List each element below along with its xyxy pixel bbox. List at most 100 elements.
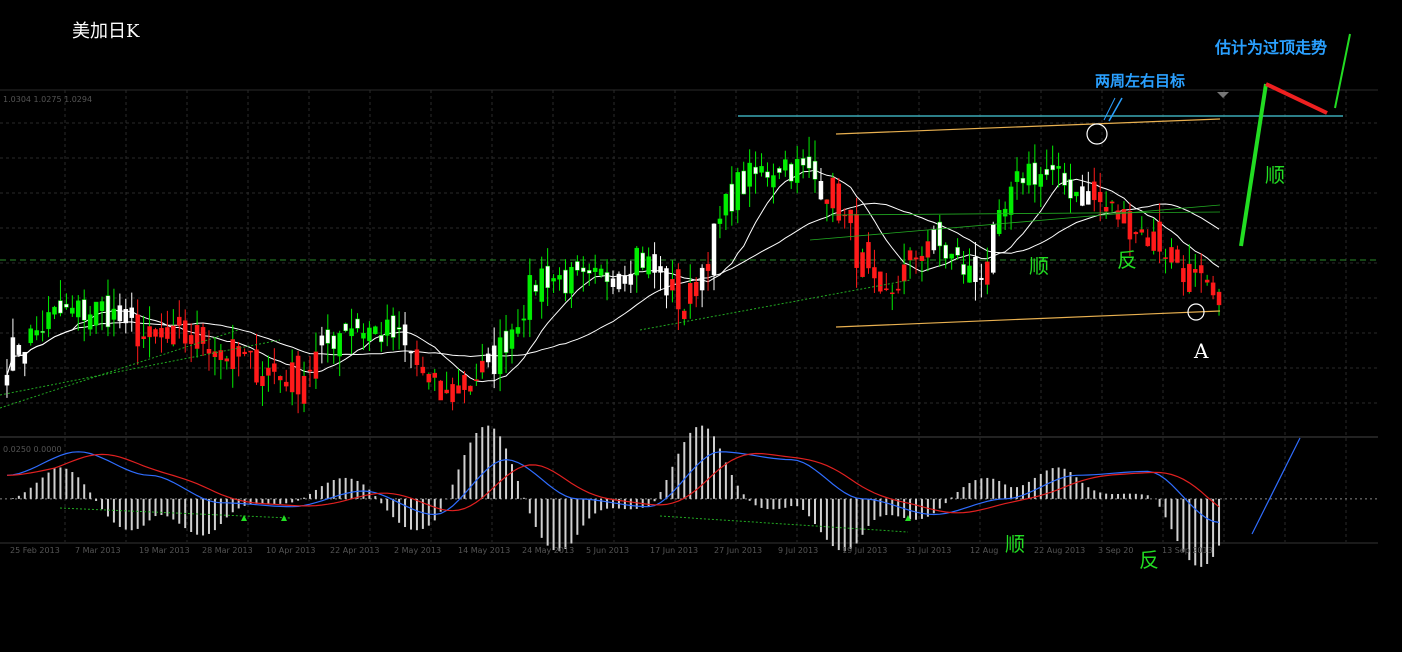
candle-body bbox=[28, 328, 33, 344]
x-tick-label: 19 Mar 2013 bbox=[139, 546, 190, 555]
candle-body bbox=[1056, 166, 1061, 169]
candle-body bbox=[99, 301, 105, 311]
usdcad-daily-chart: 25 Feb 2013 7 Mar 2013 19 Mar 2013 28 Mar 2… bbox=[0, 21, 1378, 572]
candle-body bbox=[622, 275, 628, 284]
candle-body bbox=[456, 385, 461, 394]
candle-body bbox=[592, 267, 598, 272]
candle-body bbox=[117, 305, 123, 322]
candle-body bbox=[46, 312, 51, 330]
candle-body bbox=[254, 349, 259, 383]
candle-body bbox=[765, 171, 770, 178]
candle-body bbox=[349, 328, 354, 337]
candle-body bbox=[901, 264, 907, 282]
candle-body bbox=[10, 337, 16, 371]
candle-body bbox=[687, 282, 693, 304]
x-tick-label: 31 Jul 2013 bbox=[906, 546, 951, 555]
candle-body bbox=[937, 221, 943, 247]
candle-body bbox=[230, 339, 235, 370]
candle-body bbox=[872, 267, 877, 279]
candle-body bbox=[206, 348, 212, 354]
candle-body bbox=[1002, 208, 1008, 217]
annotation-point-a: A bbox=[1193, 339, 1209, 363]
candle-body bbox=[402, 324, 408, 346]
candle-body bbox=[747, 162, 752, 187]
annotation-fan-macd: 反 bbox=[1139, 548, 1159, 572]
candle-body bbox=[34, 330, 39, 336]
candle-body bbox=[1175, 249, 1180, 263]
candle-body bbox=[153, 329, 158, 337]
candle-body bbox=[1193, 269, 1198, 273]
x-tick-label: 19 Jul 2013 bbox=[842, 546, 887, 555]
candle-body bbox=[634, 247, 640, 276]
candle-body bbox=[1062, 172, 1067, 186]
candle-body bbox=[147, 326, 152, 338]
candle-body bbox=[610, 278, 616, 288]
x-tick-label: 24 May 2013 bbox=[522, 546, 574, 555]
candle-body bbox=[788, 163, 794, 182]
candle-body bbox=[985, 261, 990, 285]
candle-body bbox=[557, 275, 562, 280]
annotation-shun-main: 顺 bbox=[1029, 254, 1049, 278]
candle-body bbox=[581, 267, 586, 273]
candle-body bbox=[1008, 186, 1014, 215]
candle-body bbox=[646, 256, 651, 275]
candle-body bbox=[1157, 221, 1162, 252]
candle-body bbox=[1115, 210, 1121, 220]
candle-body bbox=[991, 224, 996, 273]
annotation-shun-macd: 顺 bbox=[1005, 532, 1025, 556]
candle-body bbox=[848, 209, 853, 224]
candle-body bbox=[854, 213, 859, 268]
candle-body bbox=[283, 381, 289, 387]
candle-body bbox=[129, 307, 134, 318]
candle-body bbox=[664, 268, 669, 296]
candle-body bbox=[1080, 186, 1085, 206]
candle-body bbox=[64, 303, 69, 308]
candle-body bbox=[111, 308, 117, 320]
candle-body bbox=[266, 367, 271, 376]
candle-body bbox=[806, 156, 812, 169]
annotation-target: 两周左右目标 bbox=[1095, 72, 1185, 90]
candle-body bbox=[973, 256, 978, 283]
candle-body bbox=[551, 278, 556, 282]
candle-body bbox=[177, 316, 182, 326]
candle-body bbox=[76, 300, 81, 318]
candle-body bbox=[242, 351, 247, 355]
candle-body bbox=[52, 306, 57, 315]
candle-body bbox=[414, 349, 420, 365]
candle-body bbox=[598, 268, 604, 276]
macd-line bbox=[6, 451, 1220, 523]
candle-body bbox=[1044, 169, 1049, 176]
candle-body bbox=[818, 181, 824, 200]
support-dotted-line-1 bbox=[0, 329, 239, 409]
candle-body bbox=[491, 345, 497, 375]
candle-body bbox=[676, 269, 681, 310]
candle-body bbox=[408, 351, 414, 354]
candle-body bbox=[123, 309, 129, 324]
candle-body bbox=[278, 376, 283, 381]
candle-body bbox=[355, 318, 360, 329]
candle-body bbox=[1198, 265, 1204, 274]
candle-body bbox=[943, 244, 948, 259]
x-tick-label: 28 Mar 2013 bbox=[202, 546, 253, 555]
candle-body bbox=[1026, 163, 1032, 186]
candle-body bbox=[925, 241, 931, 258]
candle-body bbox=[735, 172, 741, 211]
candle-body bbox=[474, 379, 479, 381]
candle-body bbox=[1145, 237, 1150, 247]
candle-body bbox=[165, 327, 170, 339]
candle-body bbox=[343, 323, 348, 332]
candle-body bbox=[450, 384, 455, 403]
candle-body bbox=[70, 307, 75, 314]
candle-body bbox=[87, 314, 93, 330]
x-tick-label: 14 May 2013 bbox=[458, 546, 510, 555]
candle-body bbox=[1187, 263, 1192, 292]
candle-body bbox=[658, 266, 663, 273]
candle-body bbox=[1074, 191, 1079, 197]
candle-body bbox=[468, 385, 473, 392]
candle-body bbox=[860, 252, 865, 277]
forecast-up-leg bbox=[1239, 83, 1268, 247]
candle-body bbox=[711, 223, 717, 275]
macd-arrow-icon bbox=[241, 515, 247, 521]
macd-divergence-line-1 bbox=[59, 507, 291, 519]
candle-body bbox=[171, 325, 176, 345]
